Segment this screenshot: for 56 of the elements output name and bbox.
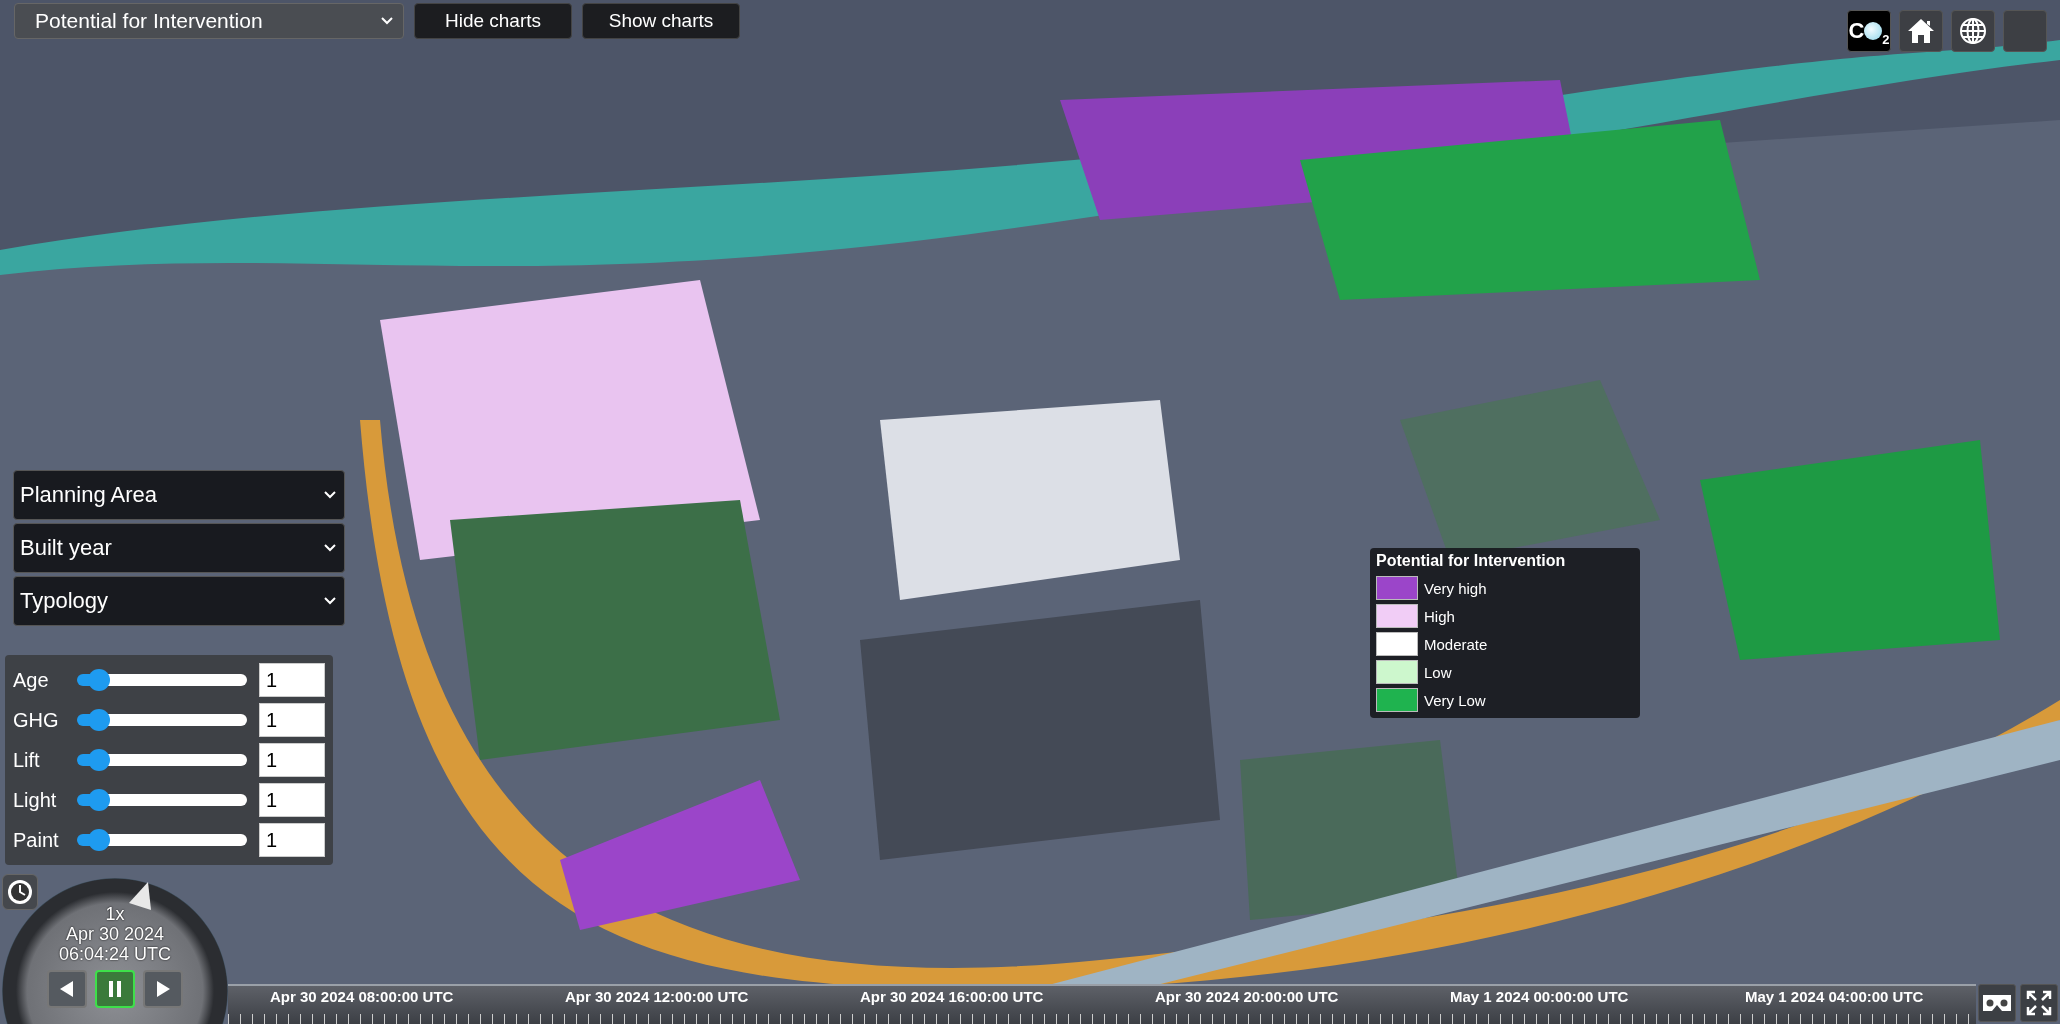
timeline-label: May 1 2024 04:00:00 UTC bbox=[1745, 988, 1925, 1005]
slider-track[interactable] bbox=[77, 829, 247, 851]
co2-button[interactable]: C 2 bbox=[1847, 10, 1891, 52]
filter-dropdown[interactable]: Typology bbox=[13, 576, 345, 626]
chevron-down-icon bbox=[324, 491, 336, 499]
date-text: Apr 30 2024 bbox=[65, 924, 165, 944]
weight-input[interactable]: 1 bbox=[259, 703, 325, 737]
legend-label: Low bbox=[1424, 663, 1452, 681]
weight-label: Paint bbox=[13, 828, 60, 852]
chevron-down-icon bbox=[324, 597, 336, 605]
filter-dropdown[interactable]: Planning Area bbox=[13, 470, 345, 520]
chevron-down-icon bbox=[381, 17, 393, 25]
timeline[interactable]: Apr 30 2024 08:00:00 UTC Apr 30 2024 12:00:00 UTC Apr 30 2024 16:00:00 UTC Apr 30 2024 20:00:00 UTC May 1 2024 00:00:00 UTC May 1 2024 04:00:00 UTC bbox=[228, 984, 1976, 1024]
timeline-label: Apr 30 2024 16:00:00 UTC bbox=[860, 988, 1045, 1005]
legend-title: Potential for Intervention bbox=[1376, 552, 1567, 570]
rewind-button[interactable] bbox=[47, 970, 87, 1008]
timeline-label: Apr 30 2024 20:00:00 UTC bbox=[1155, 988, 1340, 1005]
weight-label: GHG bbox=[13, 708, 60, 732]
slider-track[interactable] bbox=[77, 669, 247, 691]
chart-toggle-button[interactable]: Hide charts bbox=[414, 3, 572, 39]
speed-text: 1x bbox=[105, 904, 125, 924]
slider-track[interactable] bbox=[77, 709, 247, 731]
home-icon[interactable] bbox=[1899, 10, 1943, 52]
slider-thumb[interactable] bbox=[88, 749, 111, 771]
timeline-label: May 1 2024 00:00:00 UTC bbox=[1450, 988, 1630, 1005]
weight-input[interactable]: 1 bbox=[259, 823, 325, 857]
slider-thumb[interactable] bbox=[88, 789, 111, 811]
slider-thumb[interactable] bbox=[88, 669, 111, 691]
weight-label: Age bbox=[13, 668, 50, 692]
layer-dropdown[interactable]: Potential for Intervention bbox=[14, 3, 404, 39]
slider-thumb[interactable] bbox=[88, 829, 111, 851]
vr-headset-icon[interactable] bbox=[1978, 984, 2016, 1022]
slider-track[interactable] bbox=[77, 749, 247, 771]
weight-input[interactable]: 1 bbox=[259, 743, 325, 777]
clock-icon[interactable] bbox=[2, 874, 38, 910]
legend-label: Very Low bbox=[1424, 691, 1486, 709]
fullscreen-icon[interactable] bbox=[2020, 984, 2058, 1022]
globe-icon[interactable] bbox=[1951, 10, 1995, 52]
needle-icon bbox=[128, 881, 152, 911]
pause-button[interactable] bbox=[95, 970, 135, 1008]
weight-label: Lift bbox=[13, 748, 41, 772]
legend-label: High bbox=[1424, 607, 1455, 625]
legend-label: Very high bbox=[1424, 579, 1487, 597]
weight-input[interactable]: 1 bbox=[259, 663, 325, 697]
play-button[interactable] bbox=[143, 970, 183, 1008]
filter-dropdown[interactable]: Built year bbox=[13, 523, 345, 573]
timeline-label: Apr 30 2024 08:00:00 UTC bbox=[270, 988, 455, 1005]
legend-label: Moderate bbox=[1424, 635, 1488, 653]
weight-input[interactable]: 1 bbox=[259, 783, 325, 817]
chart-toggle-button[interactable]: Show charts bbox=[582, 3, 740, 39]
chevron-down-icon bbox=[324, 544, 336, 552]
timeline-label: Apr 30 2024 12:00:00 UTC bbox=[565, 988, 750, 1005]
weight-label: Light bbox=[13, 788, 58, 812]
time-text: 06:04:24 UTC bbox=[58, 944, 172, 964]
slider-thumb[interactable] bbox=[88, 709, 111, 731]
slider-track[interactable] bbox=[77, 789, 247, 811]
